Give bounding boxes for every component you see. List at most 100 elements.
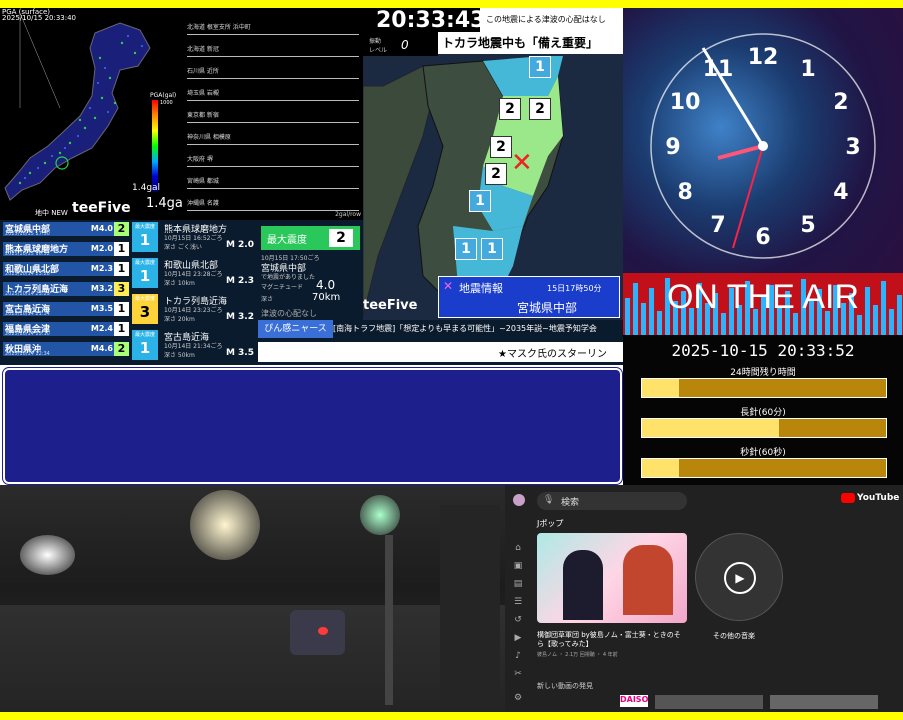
detail-depth: 深さ 10km (164, 280, 195, 287)
library-icon[interactable]: ☰ (513, 597, 523, 607)
avatar[interactable] (513, 494, 525, 506)
detail-intensity-label: 最大震度 (134, 332, 155, 338)
quake-date: 2025/10/14 21:34 (5, 311, 50, 317)
section-title: Jポップ (537, 519, 564, 528)
quake-list-item: 和歌山県北部 2025/10/14 23:28 M2.3 1 (3, 262, 129, 277)
news-panel: ぴん感ニャース [南海トラフ地震]「想定よりも早まる可能性」~2035年説~地震… (258, 320, 623, 365)
pga-scale-top: 1000 (160, 100, 173, 106)
blank-panel (0, 365, 623, 485)
youtube-panel: 🎙 検索 YouTube ⌂ ▣ ▤ ☰ ↺ ▶ ♪ ✂ ⚙ Jポップ 構御団草… (505, 485, 903, 712)
detail-intensity-box: 最大震度 1 (132, 258, 158, 288)
pga-value: 1.4gal (146, 196, 187, 211)
detail-intensity-label: 最大震度 (134, 296, 155, 302)
quake-date: 2025/10/15 17:50 (5, 231, 50, 237)
map-intensity-2b: 2 (529, 98, 551, 120)
quake-detail-item: 最大震度 3 トカラ列島近海 10月14日 23:23ごろ 深さ 20km M 3.2 (132, 292, 256, 328)
quake-magnitude: M2.4 (90, 324, 113, 333)
timer-datetime: 2025-10-15 20:33:52 (671, 341, 855, 360)
quake-detail-item: 最大震度 1 熊本県球磨地方 10月15日 16:52ごろ 深さ ごく浅い M 2.0 (132, 220, 256, 256)
quake-date: 2025/10/14 12:34 (5, 351, 50, 357)
map-brand: teeFive (363, 298, 418, 313)
clip-icon[interactable]: ✂ (513, 669, 523, 679)
timer-bar (641, 418, 887, 438)
settings-icon[interactable]: ⚙ (513, 693, 523, 703)
play-circle-icon[interactable]: ▶ (724, 562, 756, 594)
banner-box: トカラ地震中も「備え重要」 (438, 32, 623, 54)
detail-magnitude: M 2.3 (225, 276, 254, 286)
pga-sublabel: 地中 NEW (35, 209, 68, 217)
wave-unit: 2gal/row (335, 211, 361, 218)
search-bar[interactable]: 🎙 検索 (537, 492, 687, 510)
info-place: 宮城県中部 (517, 301, 578, 315)
epicenter-icon: ✕ (511, 148, 533, 178)
quake-intensity: 1 (114, 322, 129, 336)
shorts-icon[interactable]: ▣ (513, 561, 523, 571)
quake-list-item: 秋田県沖 2025/10/14 12:34 M4.6 2 (3, 342, 129, 357)
home-icon[interactable]: ⌂ (513, 543, 523, 553)
youtube-logo-icon (841, 493, 855, 503)
quake-detail-item: 最大震度 1 和歌山県北部 10月14日 23:28ごろ 深さ 10km M 2.3 (132, 256, 256, 292)
detail-intensity-value: 1 (139, 267, 151, 285)
other-music-button[interactable]: ▶ (695, 533, 783, 621)
waveform-trace (187, 188, 359, 189)
daiso-logo: DAISO (620, 695, 648, 707)
timer-bar-fill (642, 419, 779, 437)
clock-numeral: 12 (748, 45, 779, 70)
other-music-label[interactable]: その他の音楽 (713, 631, 755, 641)
seismograph-panel: 北海道 根室支所 浜中町 北海道 新冠 石川県 近所 埼玉県 岩槻 東京都 新宿 神奈川県… (183, 8, 363, 220)
quake-list-item: 熊本県球磨地方 2025/10/15 16:52 M2.0 1 (3, 242, 129, 257)
waveform-trace (187, 166, 359, 167)
detail-depth: 深さ ごく浅い (164, 244, 202, 251)
quake-intensity: 1 (114, 302, 129, 316)
station-label: 北海道 根室支所 浜中町 (187, 24, 251, 31)
quake-list-item: 宮城県中部 2025/10/15 17:50 M4.0 2 (3, 222, 129, 237)
station-label: 東京都 新宿 (187, 112, 219, 119)
clock-numeral: 11 (703, 57, 734, 82)
quake-magnitude: M3.5 (90, 304, 113, 313)
quake-intensity: 1 (114, 262, 129, 276)
detail-date: 10月15日 16:52ごろ (164, 235, 223, 242)
detail-magnitude: M 2.0 (225, 240, 254, 250)
music-icon[interactable]: ♪ (513, 651, 523, 661)
clock-numeral: 5 (800, 213, 815, 238)
detail-depth-value: 70km (312, 292, 341, 303)
clock-numeral: 8 (677, 180, 692, 205)
quake-magnitude: M2.0 (90, 244, 113, 253)
road-surface (0, 605, 505, 712)
shindo-level-label: 振動 レベル (369, 38, 388, 54)
waveform-trace (187, 100, 359, 101)
quake-magnitude: M3.2 (90, 284, 113, 293)
tsunami-notice: この地震による津波の心配はなし (486, 15, 606, 24)
search-input[interactable]: 検索 (561, 495, 579, 508)
video-thumb-2[interactable] (655, 695, 763, 709)
max-intensity-box: 最大震度 2 (261, 226, 360, 250)
clock-numeral: 2 (833, 90, 848, 115)
video-thumb-3[interactable] (770, 695, 878, 709)
detail-intensity-value: 3 (139, 303, 151, 321)
mic-icon[interactable]: 🎙 (543, 495, 554, 505)
clock-numeral: 10 (670, 90, 701, 115)
detail-note: で地震がありました (261, 274, 316, 281)
clock-face: 12 12 3 45 6 78 9 1011 (650, 33, 876, 259)
play-icon[interactable]: ▶ (513, 633, 523, 643)
history-icon[interactable]: ↺ (513, 615, 523, 625)
quake-intensity: 1 (114, 242, 129, 256)
detail-intensity-value: 1 (139, 339, 151, 357)
clock-numeral: 1 (800, 57, 815, 82)
timer-bar (641, 378, 887, 398)
map-intensity-1d: 1 (481, 238, 503, 260)
intensity-map-panel: 20:33:43 この地震による津波の心配はなし 振動 レベル 0 トカラ地震中… (363, 8, 623, 320)
waveform-trace (187, 210, 359, 211)
news-tag: ぴん感ニャース (258, 320, 333, 338)
waveform-trace (187, 122, 359, 123)
digital-clock: 20:33:43 (376, 8, 486, 33)
detail-depth: 深さ 20km (164, 316, 195, 323)
timer-panel: 2025-10-15 20:33:52 24時間残り時間 長針(60分) 秒針(60… (623, 335, 903, 485)
analog-clock-panel: 12 1 2 3 4 5 6 7 8 9 10 11 (623, 8, 903, 273)
waveform-trace (187, 78, 359, 79)
quake-date: 2025/10/14 23:28 (5, 271, 50, 277)
video-title[interactable]: 構御団草軍団 by彼島ノム・富士葵・ときのそら【歌ってみた】 (537, 631, 687, 649)
detail-magnitude: M 3.2 (225, 312, 254, 322)
subscriptions-icon[interactable]: ▤ (513, 579, 523, 589)
quake-intensity: 2 (114, 222, 129, 236)
